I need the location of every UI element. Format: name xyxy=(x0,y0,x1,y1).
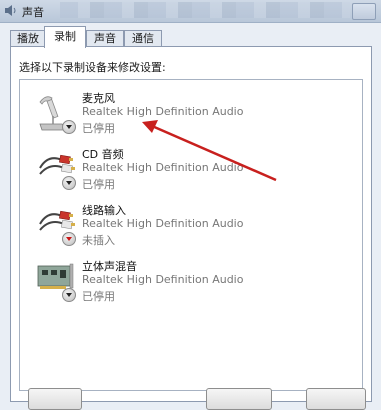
title-bar-blur xyxy=(60,2,350,18)
properties-button[interactable] xyxy=(306,388,366,410)
device-driver: Realtek High Definition Audio xyxy=(82,273,244,286)
unplugged-badge xyxy=(62,232,76,246)
device-name: 线路输入 xyxy=(82,204,126,217)
window-title: 声音 xyxy=(22,6,44,19)
recording-panel: 选择以下录制设备来修改设置: 麦克风 Realtek High Definiti… xyxy=(10,46,372,402)
status-badge xyxy=(62,120,76,134)
device-name: 立体声混音 xyxy=(82,260,137,273)
device-item-microphone[interactable]: 麦克风 Realtek High Definition Audio 已停用 xyxy=(20,86,360,144)
configure-button[interactable] xyxy=(28,388,82,410)
device-item-line-in[interactable]: 线路输入 Realtek High Definition Audio 未插入 xyxy=(20,198,360,256)
device-driver: Realtek High Definition Audio xyxy=(82,161,244,174)
device-status: 已停用 xyxy=(82,122,115,135)
device-item-stereo-mix[interactable]: 立体声混音 Realtek High Definition Audio 已停用 xyxy=(20,254,360,312)
device-status: 已停用 xyxy=(82,178,115,191)
set-default-button[interactable] xyxy=(206,388,272,410)
close-button[interactable] xyxy=(352,3,376,20)
tab-communications[interactable]: 通信 xyxy=(124,30,162,47)
device-item-cd-audio[interactable]: CD 音频 Realtek High Definition Audio 已停用 xyxy=(20,142,360,200)
tab-sounds[interactable]: 声音 xyxy=(86,30,124,47)
tab-playback[interactable]: 播放 xyxy=(10,30,46,47)
title-bar: 声音 xyxy=(0,0,381,23)
device-name: CD 音频 xyxy=(82,148,124,161)
device-driver: Realtek High Definition Audio xyxy=(82,217,244,230)
instruction-text: 选择以下录制设备来修改设置: xyxy=(19,61,166,74)
device-list: 麦克风 Realtek High Definition Audio 已停用 CD… xyxy=(19,79,363,391)
device-driver: Realtek High Definition Audio xyxy=(82,105,244,118)
device-name: 麦克风 xyxy=(82,92,115,105)
status-badge xyxy=(62,288,76,302)
device-status: 未插入 xyxy=(82,234,115,247)
speaker-icon xyxy=(5,5,16,16)
status-badge xyxy=(62,176,76,190)
device-status: 已停用 xyxy=(82,290,115,303)
tab-recording[interactable]: 录制 xyxy=(44,26,86,48)
